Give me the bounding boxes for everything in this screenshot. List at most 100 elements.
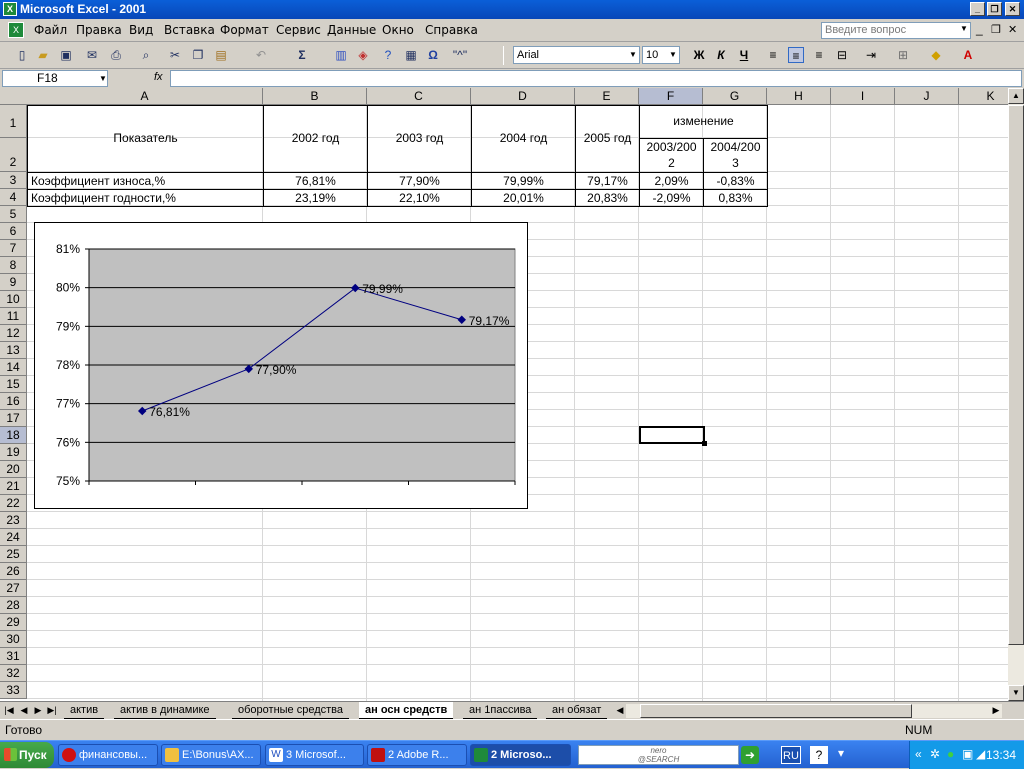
formula-input[interactable] xyxy=(170,70,1022,87)
select-all-corner[interactable] xyxy=(0,88,28,105)
nero-search-box[interactable]: nero @SEARCH xyxy=(578,745,739,765)
row-header-33[interactable]: 33 xyxy=(0,682,27,699)
table-cell[interactable]: 22,10% xyxy=(368,190,471,206)
row-header-23[interactable]: 23 xyxy=(0,512,27,529)
row-header-32[interactable]: 32 xyxy=(0,665,27,682)
task-word[interactable]: W3 Microsof... xyxy=(265,744,364,766)
column-header-e[interactable]: E xyxy=(575,88,639,105)
fx-icon[interactable]: fx xyxy=(154,71,163,83)
row-header-31[interactable]: 31 xyxy=(0,648,27,665)
scroll-up-icon[interactable]: ▲ xyxy=(1008,88,1024,104)
menu-edit[interactable]: Правка xyxy=(76,23,122,37)
row-header-5[interactable]: 5 xyxy=(0,206,27,223)
drawing-icon[interactable]: ◈ xyxy=(355,47,371,63)
sheet-tab-active[interactable]: ан осн средств xyxy=(359,702,454,719)
row-header-16[interactable]: 16 xyxy=(0,393,27,410)
row-header-8[interactable]: 8 xyxy=(0,257,27,274)
vertical-scroll-thumb[interactable] xyxy=(1008,105,1024,645)
underline-button[interactable]: Ч xyxy=(736,47,752,63)
table-cell[interactable]: 20,83% xyxy=(576,190,639,206)
row-header-4[interactable]: 4 xyxy=(0,189,27,206)
task-explorer[interactable]: E:\Bonus\AX... xyxy=(161,744,261,766)
align-right-icon[interactable]: ≡ xyxy=(811,47,827,63)
vertical-scrollbar[interactable]: ▲ ▼ xyxy=(1008,88,1024,701)
tray-expand-icon[interactable]: « xyxy=(915,747,922,761)
borders-icon[interactable]: ⊞ xyxy=(895,47,911,63)
chevron-down-icon[interactable]: ▼ xyxy=(628,48,638,62)
menu-view[interactable]: Вид xyxy=(129,23,153,37)
font-color-icon[interactable]: A xyxy=(960,47,976,63)
sheet-tab[interactable]: актив xyxy=(64,702,105,719)
row-header-2[interactable]: 2 xyxy=(0,138,27,172)
active-cell-f18[interactable] xyxy=(639,426,707,446)
row-header-12[interactable]: 12 xyxy=(0,325,27,342)
minimize-button[interactable]: _ xyxy=(970,2,985,16)
tab-split-handle[interactable]: ◀ xyxy=(614,704,626,717)
table-cell[interactable]: -0,83% xyxy=(704,173,767,189)
column-header-f[interactable]: F xyxy=(639,88,703,105)
column-header-h[interactable]: H xyxy=(767,88,831,105)
table-cell[interactable]: -2,09% xyxy=(640,190,703,206)
table-header-year[interactable]: 2005 год xyxy=(576,105,639,172)
table-cell[interactable]: 0,83% xyxy=(704,190,767,206)
tray-star-icon[interactable]: ✲ xyxy=(930,747,940,761)
column-header-d[interactable]: D xyxy=(471,88,575,105)
align-left-icon[interactable]: ≡ xyxy=(765,47,781,63)
form-icon[interactable]: ▦ xyxy=(403,47,419,63)
name-box[interactable]: F18 ▼ xyxy=(2,70,108,87)
align-center-icon[interactable]: ≡ xyxy=(788,47,804,63)
row-header-27[interactable]: 27 xyxy=(0,580,27,597)
chevron-down-icon[interactable]: ▼ xyxy=(668,48,678,62)
column-header-k[interactable]: K xyxy=(959,88,1008,105)
help-icon[interactable]: ? xyxy=(810,746,828,764)
row-header-11[interactable]: 11 xyxy=(0,308,27,325)
symbol-button[interactable]: "^" xyxy=(448,47,472,63)
symbol-omega-icon[interactable]: Ω xyxy=(425,47,441,63)
row-header-9[interactable]: 9 xyxy=(0,274,27,291)
bold-button[interactable]: Ж xyxy=(691,47,707,63)
table-header-year[interactable]: 2004 год xyxy=(472,105,575,172)
table-cell[interactable]: 2,09% xyxy=(640,173,703,189)
horizontal-scroll-thumb[interactable] xyxy=(640,704,912,718)
open-folder-icon[interactable]: ▰ xyxy=(35,47,51,63)
row-header-30[interactable]: 30 xyxy=(0,631,27,648)
table-cell[interactable]: 76,81% xyxy=(264,173,367,189)
row-header-15[interactable]: 15 xyxy=(0,376,27,393)
table-header-change[interactable]: изменение xyxy=(640,105,767,138)
menu-insert[interactable]: Вставка xyxy=(164,23,215,37)
start-button[interactable]: Пуск xyxy=(0,742,54,768)
row-header-26[interactable]: 26 xyxy=(0,563,27,580)
doc-minimize-button[interactable]: _ xyxy=(976,22,983,36)
doc-close-button[interactable]: ✕ xyxy=(1008,23,1017,36)
column-header-b[interactable]: B xyxy=(263,88,367,105)
row-header-25[interactable]: 25 xyxy=(0,546,27,563)
tray-volume-icon[interactable]: ◢ xyxy=(976,747,985,761)
row-header-6[interactable]: 6 xyxy=(0,223,27,240)
table-header-change-sub[interactable]: 2003/200 2 xyxy=(640,139,703,172)
table-cell[interactable]: 79,17% xyxy=(576,173,639,189)
doc-restore-button[interactable]: ❐ xyxy=(991,23,1001,36)
table-header-change-sub[interactable]: 2004/200 3 xyxy=(704,139,767,172)
print-icon[interactable]: ⎙ xyxy=(108,47,124,63)
next-sheet-icon[interactable]: ▶ xyxy=(32,704,44,717)
paste-icon[interactable]: ▤ xyxy=(213,47,229,63)
scroll-right-icon[interactable]: ▶ xyxy=(990,704,1002,717)
column-header-j[interactable]: J xyxy=(895,88,959,105)
table-cell[interactable]: 23,19% xyxy=(264,190,367,206)
research-icon[interactable]: ⌕ xyxy=(138,47,154,63)
autosum-icon[interactable]: Σ xyxy=(294,47,310,63)
restore-button[interactable]: ❐ xyxy=(987,2,1002,16)
workbook-icon[interactable]: X xyxy=(8,22,24,38)
sheet-tab[interactable]: ан обязат xyxy=(546,702,608,719)
row-header-22[interactable]: 22 xyxy=(0,495,27,512)
cut-icon[interactable]: ✂ xyxy=(167,47,183,63)
font-size-select[interactable]: 10 ▼ xyxy=(642,46,680,64)
fill-color-icon[interactable]: ◆ xyxy=(928,47,944,63)
copy-icon[interactable]: ❐ xyxy=(190,47,206,63)
permission-icon[interactable]: ✉ xyxy=(84,47,100,63)
merge-center-icon[interactable]: ⊟ xyxy=(834,47,850,63)
row-header-24[interactable]: 24 xyxy=(0,529,27,546)
sheet-tab[interactable]: актив в динамике xyxy=(114,702,216,719)
close-button[interactable]: ✕ xyxy=(1005,2,1020,16)
quicklaunch-icon[interactable]: ▾ xyxy=(838,746,844,760)
